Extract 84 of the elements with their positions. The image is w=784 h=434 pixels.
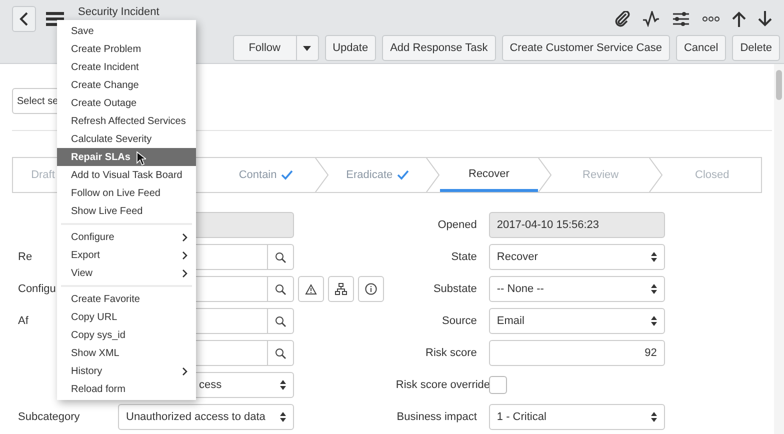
field-label: Source	[442, 315, 477, 327]
select-arrows-icon	[280, 412, 286, 422]
search-icon	[275, 316, 286, 326]
menu-item[interactable]: Export	[57, 246, 196, 264]
scrollbar[interactable]	[774, 64, 784, 434]
select-field[interactable]: -- None --	[488, 276, 665, 302]
dropdown-button[interactable]	[296, 35, 319, 61]
search-icon	[275, 252, 286, 262]
menu-item[interactable]: Create Outage	[57, 94, 196, 112]
field-label: Subcategory	[18, 411, 80, 423]
menu-item[interactable]: Save	[57, 22, 196, 40]
process-stage: Review	[582, 168, 620, 183]
select-field[interactable]: Recover	[488, 244, 665, 270]
menu-item[interactable]: Create Incident	[57, 58, 196, 76]
warning-icon	[305, 284, 317, 294]
warning-button[interactable]	[298, 276, 324, 302]
search-icon	[275, 348, 286, 358]
select-field[interactable]: 1 - Critical	[488, 404, 665, 430]
menu-item[interactable]: Configure	[57, 228, 196, 246]
down-arrow-icon[interactable]	[758, 11, 772, 27]
search-button[interactable]	[268, 340, 294, 366]
menu-item[interactable]: Show XML	[57, 344, 196, 362]
check-icon	[280, 170, 293, 180]
field-label: Configu	[18, 283, 56, 295]
field-label: Substate	[433, 283, 477, 295]
process-stage: Contain	[217, 158, 315, 192]
number-field[interactable]: 92	[488, 340, 665, 366]
info-button[interactable]	[358, 276, 384, 302]
caret-icon	[303, 46, 312, 50]
menu-item[interactable]: Create Problem	[57, 40, 196, 58]
hierarchy-icon	[335, 283, 347, 295]
process-stage: Recover	[440, 158, 538, 192]
menu-item[interactable]: Create Favorite	[57, 290, 196, 308]
select-arrows-icon	[650, 284, 657, 294]
readonly-field: 2017-04-10 15:56:23	[488, 212, 665, 238]
checkbox[interactable]	[488, 376, 507, 394]
hierarchy-button[interactable]	[328, 276, 354, 302]
field-label: State	[451, 251, 477, 263]
info-icon	[365, 283, 377, 295]
menu-item[interactable]: Follow on Live Feed	[57, 184, 196, 202]
more-icon[interactable]	[702, 16, 720, 22]
field-label: Re	[18, 251, 32, 263]
menu-item[interactable]: Create Change	[57, 76, 196, 94]
menu-item[interactable]: Repair SLAs	[57, 148, 196, 166]
search-button[interactable]	[268, 308, 294, 334]
check-icon	[396, 170, 409, 180]
process-stage: Draft	[30, 168, 56, 183]
field-label: Risk score override	[396, 379, 490, 391]
menu-item[interactable]: Copy sys_id	[57, 326, 196, 344]
select-arrows-icon	[280, 380, 286, 390]
menu-item[interactable]: View	[57, 264, 196, 282]
mouse-pointer-icon	[136, 151, 146, 166]
select-arrows-icon	[650, 412, 657, 422]
field-label: Business impact	[396, 411, 477, 423]
search-icon	[275, 284, 286, 294]
up-arrow-icon[interactable]	[732, 11, 746, 27]
action-button[interactable]: Create Customer Service Case	[502, 35, 670, 61]
field-label: Risk score	[426, 347, 477, 359]
process-stage: Closed	[694, 168, 730, 183]
follow-button[interactable]: Follow	[232, 35, 297, 61]
select-arrows-icon	[650, 252, 657, 262]
menu-item[interactable]: Calculate Severity	[57, 130, 196, 148]
action-button[interactable]: Delete	[732, 35, 780, 61]
search-button[interactable]	[268, 244, 294, 270]
select-arrows-icon	[650, 316, 657, 326]
record-title: Security Incident	[78, 6, 160, 18]
select-field[interactable]: Unauthorized access to data	[118, 404, 294, 430]
menu-item[interactable]: Copy URL	[57, 308, 196, 326]
sliders-icon[interactable]	[672, 11, 690, 27]
field-label: Af	[18, 315, 28, 327]
action-button[interactable]: Add Response Task	[382, 35, 496, 61]
chevron-left-icon	[19, 12, 29, 26]
activity-icon[interactable]	[642, 11, 660, 27]
paperclip-icon[interactable]	[614, 11, 630, 27]
select-field[interactable]: Email	[488, 308, 665, 334]
field-label: Opened	[438, 219, 477, 231]
search-button[interactable]	[268, 276, 294, 302]
menu-item[interactable]: Show Live Feed	[57, 202, 196, 220]
action-button[interactable]: Update	[324, 35, 376, 61]
menu-item[interactable]: Add to Visual Task Board	[57, 166, 196, 184]
menu-item[interactable]: Refresh Affected Services	[57, 112, 196, 130]
process-stage: Eradicate	[328, 158, 426, 192]
back-button[interactable]	[12, 6, 36, 32]
action-button[interactable]: Cancel	[676, 35, 726, 61]
